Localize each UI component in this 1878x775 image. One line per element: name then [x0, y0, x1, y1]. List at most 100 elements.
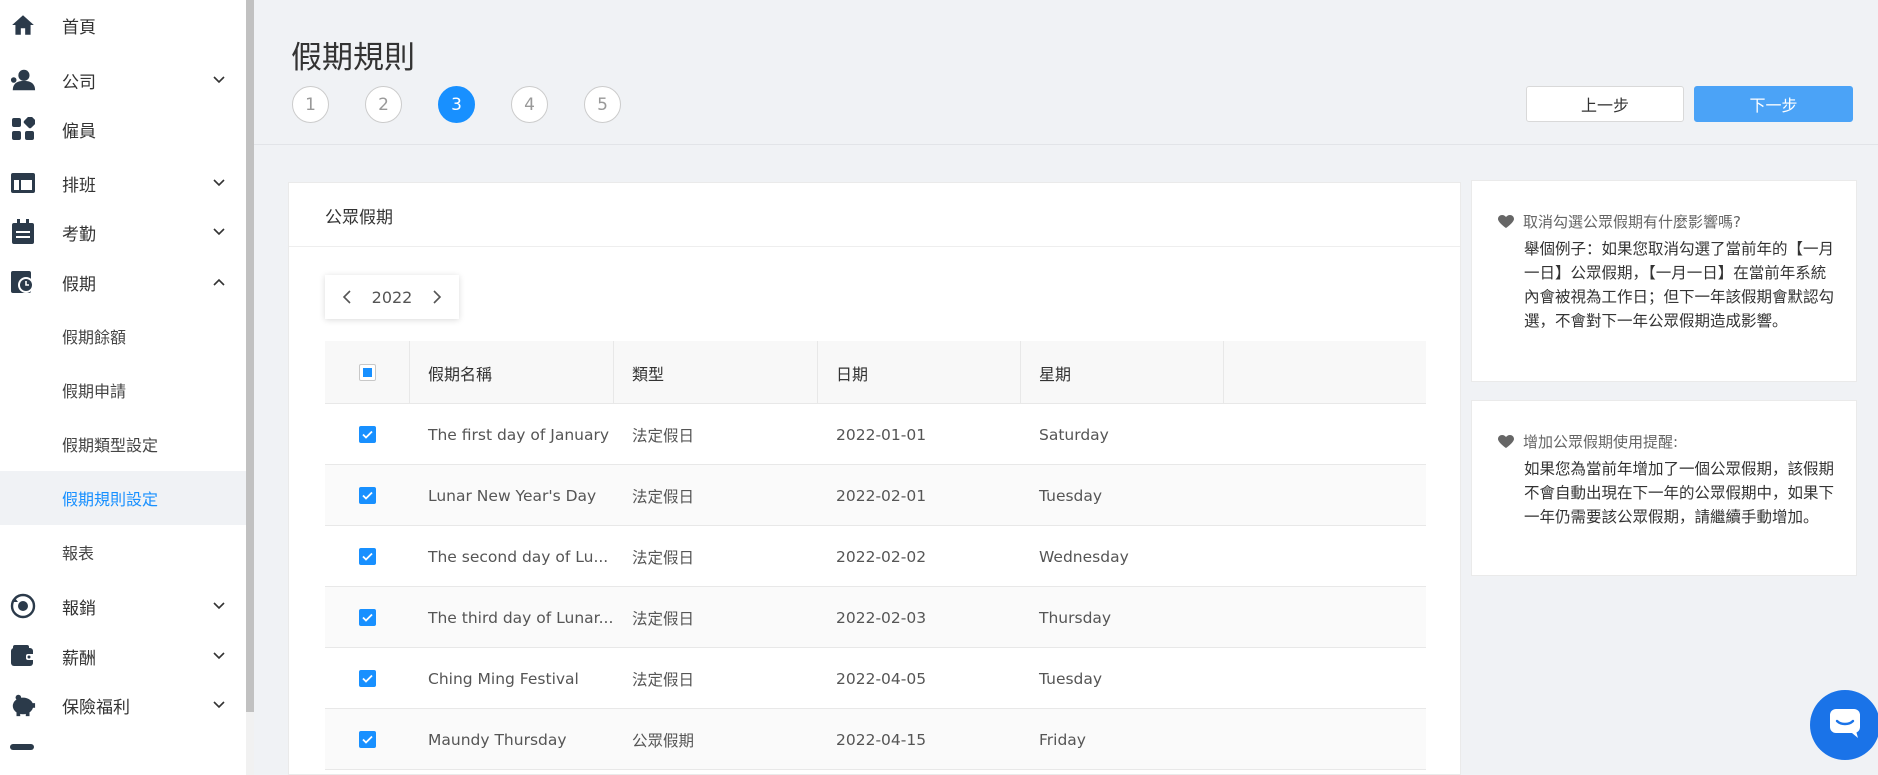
sidebar-item-employee[interactable]: 僱員 — [0, 102, 246, 156]
chevron-down-icon — [212, 599, 226, 613]
holiday-type: 法定假日 — [632, 670, 695, 689]
sidebar-item-leave[interactable]: 假期 — [0, 255, 246, 309]
wallet-icon — [10, 643, 36, 669]
row-checkbox[interactable] — [359, 487, 376, 504]
previous-step-button[interactable]: 上一步 — [1526, 86, 1684, 122]
info-question-text: 增加公眾假期使用提醒: — [1523, 433, 1679, 451]
table-row: Maundy Thursday 公眾假期 2022-04-15 Friday — [325, 709, 1426, 770]
row-checkbox-cell — [325, 404, 410, 465]
info-question: 增加公眾假期使用提醒: — [1498, 431, 1678, 452]
sidebar-item-label: 假期 — [62, 274, 96, 295]
step-1[interactable]: 1 — [292, 86, 329, 123]
step-5[interactable]: 5 — [584, 86, 621, 123]
sidebar-subitem-leave-type-settings[interactable]: 假期類型設定 — [0, 417, 246, 471]
sidebar-item-label: 排班 — [62, 175, 96, 196]
holiday-weekday: Wednesday — [1039, 547, 1129, 566]
chevron-down-icon — [212, 225, 226, 239]
row-checkbox-cell — [325, 587, 410, 648]
leave-icon — [10, 269, 36, 295]
table-row: The third day of Lunar... 法定假日 2022-02-0… — [325, 587, 1426, 648]
card-divider — [289, 246, 1460, 247]
row-checkbox-cell — [325, 648, 410, 709]
row-checkbox-cell — [325, 465, 410, 526]
column-header-date[interactable]: 日期 — [818, 341, 1021, 404]
info-question-text: 取消勾選公眾假期有什麼影響嗎? — [1523, 213, 1741, 231]
holiday-type: 公眾假期 — [632, 731, 695, 750]
table-body: The first day of January 法定假日 2022-01-01… — [325, 404, 1426, 770]
row-checkbox[interactable] — [359, 548, 376, 565]
chevron-right-icon[interactable] — [429, 289, 445, 305]
holiday-name: The second day of Lu... — [428, 547, 609, 566]
heart-icon — [1498, 434, 1514, 450]
reimburse-icon — [10, 593, 36, 619]
attendance-icon — [10, 219, 36, 245]
sidebar-item-home[interactable]: 首頁 — [0, 0, 246, 52]
select-all-checkbox[interactable] — [358, 364, 376, 381]
page-title: 假期規則 — [291, 40, 415, 76]
holiday-type: 法定假日 — [632, 426, 695, 445]
sidebar-item-label: 報表 — [62, 544, 95, 563]
heart-icon — [1498, 214, 1514, 230]
sidebar-subitem-label: 假期餘額 — [62, 328, 127, 347]
select-all-cell — [325, 341, 410, 404]
step-4[interactable]: 4 — [511, 86, 548, 123]
year-picker: 2022 — [325, 275, 459, 319]
row-checkbox[interactable] — [359, 731, 376, 748]
sidebar: 首頁 公司 僱員 排班 考勤 假期 假期餘額 假期申請 假期類型設定 假期規則設… — [0, 0, 247, 775]
sidebar-item-label: 首頁 — [62, 17, 96, 38]
holiday-name: The third day of Lunar... — [428, 608, 614, 627]
sidebar-subitem-label: 假期申請 — [62, 382, 127, 401]
chat-icon — [1828, 707, 1862, 743]
header-divider — [254, 144, 1878, 145]
column-header-actions — [1224, 341, 1426, 404]
card-title: 公眾假期 — [325, 208, 393, 228]
holiday-name: The first day of January — [428, 425, 610, 444]
sidebar-subitem-leave-application[interactable]: 假期申請 — [0, 363, 246, 417]
sidebar-item-label: 薪酬 — [62, 648, 96, 669]
column-header-weekday[interactable]: 星期 — [1021, 341, 1224, 404]
sidebar-item-attendance[interactable]: 考勤 — [0, 205, 246, 259]
row-checkbox[interactable] — [359, 670, 376, 687]
holiday-name: Maundy Thursday — [428, 730, 567, 749]
chat-button[interactable] — [1810, 690, 1878, 760]
step-3[interactable]: 3 — [438, 86, 475, 123]
table-header: 假期名稱 類型 日期 星期 — [325, 341, 1426, 404]
sidebar-item-reimbursement[interactable]: 報銷 — [0, 579, 246, 633]
step-2[interactable]: 2 — [365, 86, 402, 123]
column-header-name[interactable]: 假期名稱 — [410, 341, 614, 404]
sidebar-item-schedule[interactable]: 排班 — [0, 156, 246, 210]
holiday-type: 法定假日 — [632, 487, 695, 506]
holiday-date: 2022-01-01 — [836, 425, 927, 444]
row-checkbox-cell — [325, 526, 410, 587]
next-step-button[interactable]: 下一步 — [1694, 86, 1853, 122]
sidebar-partial-icon — [10, 744, 34, 750]
sidebar-subitem-leave-balance[interactable]: 假期餘額 — [0, 309, 246, 363]
holiday-name: Ching Ming Festival — [428, 669, 579, 688]
row-checkbox[interactable] — [359, 609, 376, 626]
table-row: The second day of Lu... 法定假日 2022-02-02 … — [325, 526, 1426, 587]
sidebar-scrollbar[interactable] — [246, 0, 254, 712]
schedule-icon — [10, 170, 36, 196]
sidebar-item-payroll[interactable]: 薪酬 — [0, 629, 246, 683]
table-row: Lunar New Year's Day 法定假日 2022-02-01 Tue… — [325, 465, 1426, 526]
holiday-date: 2022-02-03 — [836, 608, 927, 627]
chevron-down-icon — [212, 176, 226, 190]
sidebar-item-company[interactable]: 公司 — [0, 53, 246, 107]
sidebar-item-insurance[interactable]: 保險福利 — [0, 678, 246, 732]
chevron-up-icon — [212, 275, 226, 289]
column-header-type[interactable]: 類型 — [614, 341, 818, 404]
sidebar-subitem-leave-rule-settings[interactable]: 假期規則設定 — [0, 471, 246, 525]
info-card-uncheck: 取消勾選公眾假期有什麼影響嗎? 舉個例子：如果您取消勾選了當前年的【一月一日】公… — [1471, 180, 1857, 382]
row-checkbox[interactable] — [359, 426, 376, 443]
holiday-weekday: Thursday — [1039, 608, 1112, 627]
holiday-weekday: Saturday — [1039, 425, 1109, 444]
sidebar-item-label: 保險福利 — [62, 697, 130, 718]
chevron-left-icon[interactable] — [339, 289, 355, 305]
sidebar-item-reports[interactable]: 報表 — [0, 525, 246, 579]
sidebar-item-label: 報銷 — [62, 598, 96, 619]
chevron-down-icon — [212, 649, 226, 663]
chevron-down-icon — [212, 698, 226, 712]
row-checkbox-cell — [325, 709, 410, 770]
company-icon — [10, 67, 36, 93]
holiday-date: 2022-02-01 — [836, 486, 927, 505]
